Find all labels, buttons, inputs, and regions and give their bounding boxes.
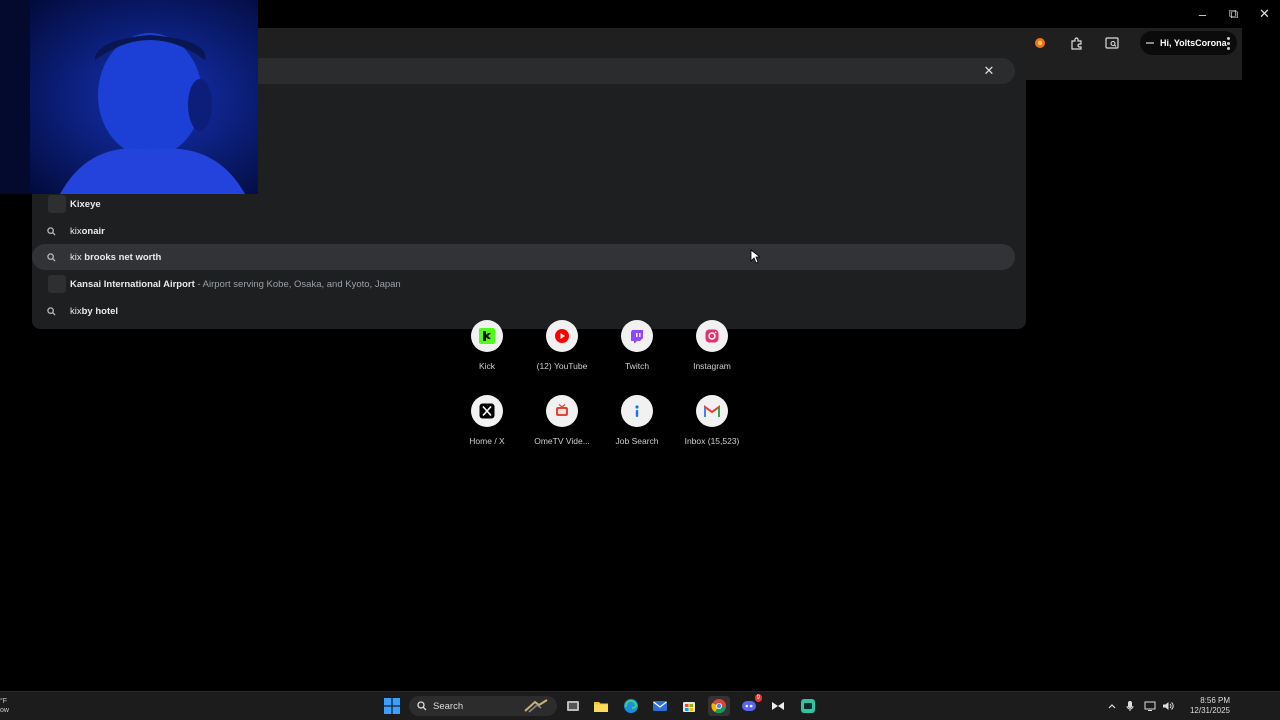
- taskbar: °F ow Search 9 8:56 PM 12/31/2025: [0, 691, 1280, 720]
- window-controls: – ⧉ ✕: [1187, 0, 1280, 28]
- shortcut-label: Home / X: [469, 436, 505, 446]
- shortcut-kick[interactable]: Kick: [447, 320, 527, 371]
- search-icon: [417, 701, 427, 711]
- shortcut-ometv[interactable]: OmeTV Vide...: [522, 395, 602, 446]
- restore-button[interactable]: ⧉: [1218, 0, 1249, 28]
- site-favicon-icon: [48, 195, 66, 213]
- tab-search-icon[interactable]: [1100, 31, 1124, 55]
- taskbar-search[interactable]: Search: [409, 696, 557, 716]
- shortcut-twitch[interactable]: Twitch: [597, 320, 677, 371]
- suggestion-match: kix: [70, 251, 82, 263]
- mail-icon[interactable]: [649, 696, 671, 716]
- shortcut-x[interactable]: Home / X: [447, 395, 527, 446]
- shortcut-label: (12) YouTube: [536, 361, 588, 371]
- weather-widget[interactable]: °F ow: [0, 697, 9, 715]
- weather-temp: °F: [0, 698, 8, 705]
- profile-avatar-icon: [1146, 42, 1154, 44]
- chevron-up-icon[interactable]: [1105, 703, 1119, 709]
- taskbar-search-label: Search: [433, 700, 464, 712]
- file-explorer-icon[interactable]: [590, 696, 612, 716]
- kick-icon: [471, 320, 503, 352]
- ometv-icon: [546, 395, 578, 427]
- streamlabs-icon[interactable]: [797, 696, 819, 716]
- job-search-icon: [621, 395, 653, 427]
- store-icon[interactable]: [678, 696, 700, 716]
- suggestion-description: - Airport serving Kobe, Osaka, and Kyoto…: [194, 278, 401, 290]
- shortcut-instagram[interactable]: Instagram: [672, 320, 752, 371]
- clock-date: 12/31/2025: [1189, 706, 1230, 715]
- mouse-cursor-icon: [750, 249, 762, 269]
- shortcut-label: Job Search: [615, 436, 659, 446]
- search-icon: [32, 306, 70, 316]
- search-highlight-icon: [523, 699, 551, 713]
- discord-badge: 9: [754, 694, 762, 702]
- suggestion-item[interactable]: kixonair: [32, 218, 1015, 244]
- clear-omnibox-icon[interactable]: ✕: [981, 63, 997, 79]
- webcam-overlay: [0, 0, 258, 194]
- weather-desc: ow: [0, 707, 9, 714]
- suggestion-completion: onair: [81, 225, 105, 237]
- suggestion-match: kix: [70, 225, 82, 237]
- suggestion-completion: eye: [84, 198, 101, 210]
- microphone-icon[interactable]: [1119, 700, 1141, 712]
- close-window-button[interactable]: ✕: [1249, 0, 1280, 28]
- entity-thumbnail-icon: [48, 275, 66, 293]
- suggestion-match: kix: [70, 305, 82, 317]
- x-icon: [471, 395, 503, 427]
- suggestion-completion: brooks net worth: [81, 251, 162, 263]
- suggestion-item[interactable]: Kansai International Airport - Airport s…: [32, 271, 1015, 297]
- suggestion-item[interactable]: Kixeye: [32, 191, 1015, 217]
- shortcut-job-search[interactable]: Job Search: [597, 395, 677, 446]
- youtube-icon: [546, 320, 578, 352]
- shortcut-label: Kick: [478, 361, 496, 371]
- gmail-icon: [696, 395, 728, 427]
- shortcut-label: Instagram: [693, 361, 731, 371]
- discord-icon[interactable]: 9: [738, 694, 762, 716]
- windows-start-icon[interactable]: [381, 696, 403, 716]
- twitch-icon: [621, 320, 653, 352]
- kebab-menu-icon[interactable]: [1220, 32, 1236, 54]
- suggestion-match: Kansai International Airport: [70, 278, 195, 290]
- shortcut-youtube[interactable]: (12) YouTube: [522, 320, 602, 371]
- suggestion-item-selected[interactable]: kix brooks net worth: [32, 244, 1015, 270]
- system-tray: [1105, 692, 1177, 720]
- shortcut-label: Twitch: [624, 361, 650, 371]
- search-icon: [32, 252, 70, 262]
- capcut-icon[interactable]: [767, 696, 789, 716]
- system-clock[interactable]: 8:56 PM 12/31/2025: [1190, 696, 1230, 716]
- edge-browser-icon[interactable]: [620, 696, 642, 716]
- brave-extension-icon[interactable]: [1028, 31, 1052, 55]
- minimize-button[interactable]: –: [1187, 0, 1218, 28]
- task-view-icon[interactable]: [562, 696, 584, 716]
- volume-icon[interactable]: [1159, 701, 1177, 711]
- instagram-icon: [696, 320, 728, 352]
- shortcut-label: Inbox (15,523): [684, 436, 740, 446]
- extensions-puzzle-icon[interactable]: [1064, 31, 1088, 55]
- profile-label: Hi, YoltsCorona: [1160, 38, 1227, 48]
- shortcut-gmail[interactable]: Inbox (15,523): [672, 395, 752, 446]
- chrome-icon[interactable]: [708, 696, 730, 716]
- toolbar-actions: Hi, YoltsCorona: [1028, 30, 1237, 56]
- clock-time: 8:56 PM: [1200, 696, 1230, 705]
- search-icon: [32, 226, 70, 236]
- suggestion-match: Kix: [70, 198, 85, 210]
- network-icon[interactable]: [1141, 701, 1159, 711]
- suggestion-completion: by hotel: [81, 305, 119, 317]
- shortcut-label: OmeTV Vide...: [534, 436, 590, 446]
